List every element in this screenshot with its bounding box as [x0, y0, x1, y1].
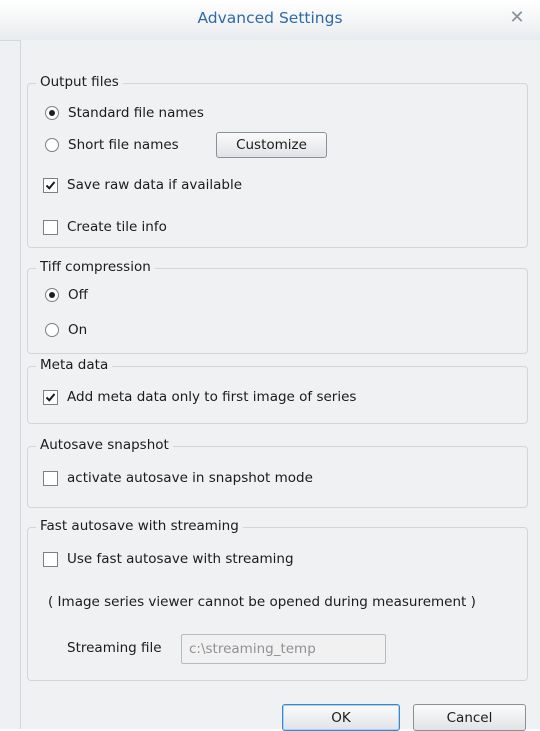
streaming-file-label: Streaming file	[67, 640, 162, 656]
checkbox-checked-icon	[43, 177, 58, 193]
close-icon[interactable]: ✕	[504, 7, 530, 29]
use-fast-autosave-label: Use fast autosave with streaming	[67, 551, 294, 567]
meta-first-image-checkbox[interactable]: Add meta data only to first image of ser…	[43, 386, 356, 408]
short-file-names-label: Short file names	[68, 137, 179, 153]
cancel-button[interactable]: Cancel	[413, 704, 526, 731]
radio-unselected-icon	[45, 138, 59, 152]
radio-unselected-icon	[45, 323, 59, 337]
window-title: Advanced Settings	[197, 9, 343, 27]
tiff-off-radio[interactable]: Off	[43, 284, 88, 306]
meta-first-image-label: Add meta data only to first image of ser…	[67, 389, 357, 405]
title-bar: Advanced Settings ✕	[0, 0, 540, 41]
advanced-settings-dialog: Advanced Settings ✕ Output files Standar…	[0, 0, 540, 731]
streaming-file-field[interactable]: c:\streaming_temp	[181, 634, 386, 664]
streaming-note: ( Image series viewer cannot be opened d…	[48, 594, 476, 610]
tiff-on-label: On	[68, 322, 88, 338]
use-fast-autosave-checkbox[interactable]: Use fast autosave with streaming	[43, 548, 294, 570]
customize-button[interactable]: Customize	[216, 132, 327, 158]
radio-selected-icon	[45, 288, 59, 302]
autosave-snapshot-legend: Autosave snapshot	[36, 437, 173, 453]
activate-autosave-label: activate autosave in snapshot mode	[67, 470, 313, 486]
activate-autosave-checkbox[interactable]: activate autosave in snapshot mode	[43, 467, 313, 489]
meta-data-legend: Meta data	[36, 357, 113, 373]
fast-autosave-legend: Fast autosave with streaming	[36, 518, 243, 534]
tiff-off-label: Off	[68, 287, 88, 303]
short-file-names-radio[interactable]: Short file names	[43, 134, 179, 156]
tiff-compression-legend: Tiff compression	[36, 259, 155, 275]
save-raw-data-label: Save raw data if available	[67, 177, 243, 193]
tiff-compression-group: Tiff compression	[27, 259, 528, 354]
checkbox-unchecked-icon	[43, 551, 58, 567]
standard-file-names-radio[interactable]: Standard file names	[43, 102, 204, 124]
checkbox-checked-icon	[43, 389, 58, 405]
tiff-on-radio[interactable]: On	[43, 319, 87, 341]
standard-file-names-label: Standard file names	[68, 105, 204, 121]
checkbox-unchecked-icon	[43, 219, 58, 235]
save-raw-data-checkbox[interactable]: Save raw data if available	[43, 174, 242, 196]
create-tile-info-checkbox[interactable]: Create tile info	[43, 216, 167, 238]
ok-button[interactable]: OK	[282, 704, 400, 731]
output-files-legend: Output files	[36, 74, 123, 90]
create-tile-info-label: Create tile info	[67, 219, 167, 235]
radio-selected-icon	[45, 106, 59, 120]
checkbox-unchecked-icon	[43, 470, 58, 486]
